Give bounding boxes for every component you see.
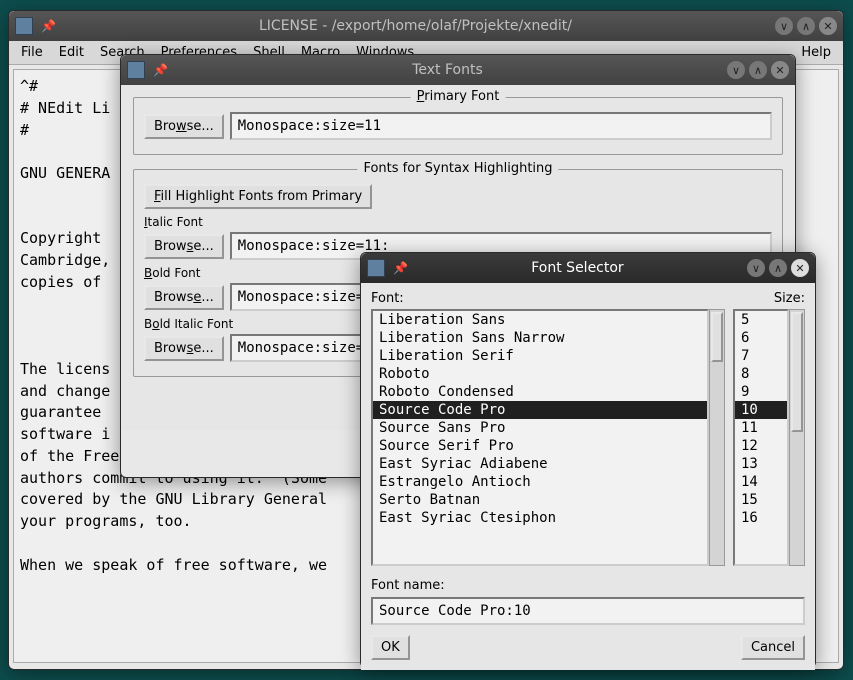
selector-title: Font Selector — [412, 260, 743, 276]
minimize-button[interactable]: ∨ — [727, 61, 745, 79]
menu-edit[interactable]: Edit — [51, 43, 92, 62]
maximize-button[interactable]: ∧ — [769, 259, 787, 277]
font-name-input[interactable] — [371, 597, 805, 625]
font-list-item[interactable]: Roboto Condensed — [373, 383, 707, 401]
fill-from-primary-button[interactable]: Fill Highlight Fonts from Primary — [144, 184, 372, 209]
pin-icon[interactable]: 📌 — [393, 261, 408, 275]
maximize-button[interactable]: ∧ — [749, 61, 767, 79]
bold-browse-button[interactable]: Browse... — [144, 285, 224, 310]
font-list-item[interactable]: East Syriac Ctesiphon — [373, 509, 707, 527]
font-name-label: Font name: — [371, 578, 805, 593]
size-list-item[interactable]: 9 — [735, 383, 787, 401]
primary-font-label: Primary Font — [411, 89, 506, 104]
primary-font-group: Primary Font Browse... — [133, 97, 783, 155]
font-list-item[interactable]: Source Serif Pro — [373, 437, 707, 455]
font-list-item[interactable]: Source Sans Pro — [373, 419, 707, 437]
font-list-item[interactable]: Liberation Sans Narrow — [373, 329, 707, 347]
size-list-item[interactable]: 12 — [735, 437, 787, 455]
menu-file[interactable]: File — [13, 43, 51, 62]
selector-cancel-button[interactable]: Cancel — [741, 635, 805, 660]
font-list-item[interactable]: Liberation Sans — [373, 311, 707, 329]
size-list-item[interactable]: 16 — [735, 509, 787, 527]
primary-font-input[interactable] — [230, 112, 772, 140]
close-button[interactable]: ✕ — [819, 17, 837, 35]
size-list-item[interactable]: 11 — [735, 419, 787, 437]
app-icon — [127, 61, 145, 79]
size-list-item[interactable]: 6 — [735, 329, 787, 347]
size-list-item[interactable]: 5 — [735, 311, 787, 329]
selector-titlebar[interactable]: 📌 Font Selector ∨ ∧ ✕ — [361, 253, 815, 283]
pin-icon[interactable]: 📌 — [41, 19, 56, 33]
font-selector-dialog: 📌 Font Selector ∨ ∧ ✕ Font: Liberation S… — [360, 252, 816, 668]
size-list-item[interactable]: 14 — [735, 473, 787, 491]
italic-browse-button[interactable]: Browse... — [144, 234, 224, 259]
main-titlebar[interactable]: 📌 LICENSE - /export/home/olaf/Projekte/x… — [9, 11, 843, 41]
app-icon — [15, 17, 33, 35]
minimize-button[interactable]: ∨ — [775, 17, 793, 35]
app-icon — [367, 259, 385, 277]
font-list-item[interactable]: Roboto — [373, 365, 707, 383]
font-column-label: Font: — [371, 291, 725, 306]
fonts-titlebar[interactable]: 📌 Text Fonts ∨ ∧ ✕ — [121, 55, 795, 85]
minimize-button[interactable]: ∨ — [747, 259, 765, 277]
size-list-item[interactable]: 13 — [735, 455, 787, 473]
size-list-item[interactable]: 15 — [735, 491, 787, 509]
pin-icon[interactable]: 📌 — [153, 63, 168, 77]
font-list-item[interactable]: Estrangelo Antioch — [373, 473, 707, 491]
maximize-button[interactable]: ∧ — [797, 17, 815, 35]
main-title: LICENSE - /export/home/olaf/Projekte/xne… — [60, 18, 771, 34]
primary-browse-button[interactable]: Browse... — [144, 114, 224, 139]
selector-ok-button[interactable]: OK — [371, 635, 410, 660]
font-scrollbar[interactable] — [709, 309, 725, 566]
fonts-title: Text Fonts — [172, 62, 723, 78]
size-scrollbar[interactable] — [789, 309, 805, 566]
italic-font-label: Italic Font — [144, 215, 772, 229]
size-list-item[interactable]: 7 — [735, 347, 787, 365]
font-list-item[interactable]: Source Code Pro — [373, 401, 707, 419]
close-button[interactable]: ✕ — [791, 259, 809, 277]
size-listbox[interactable]: 5678910111213141516 — [733, 309, 789, 566]
close-button[interactable]: ✕ — [771, 61, 789, 79]
font-list-item[interactable]: Serto Batnan — [373, 491, 707, 509]
size-list-item[interactable]: 8 — [735, 365, 787, 383]
highlight-label: Fonts for Syntax Highlighting — [357, 161, 558, 176]
font-list-item[interactable]: Liberation Serif — [373, 347, 707, 365]
font-listbox[interactable]: Liberation SansLiberation Sans NarrowLib… — [371, 309, 709, 566]
size-column-label: Size: — [733, 291, 805, 306]
font-list-item[interactable]: East Syriac Adiabene — [373, 455, 707, 473]
menu-help[interactable]: Help — [793, 43, 839, 62]
bold-italic-browse-button[interactable]: Browse... — [144, 336, 224, 361]
size-list-item[interactable]: 10 — [735, 401, 787, 419]
